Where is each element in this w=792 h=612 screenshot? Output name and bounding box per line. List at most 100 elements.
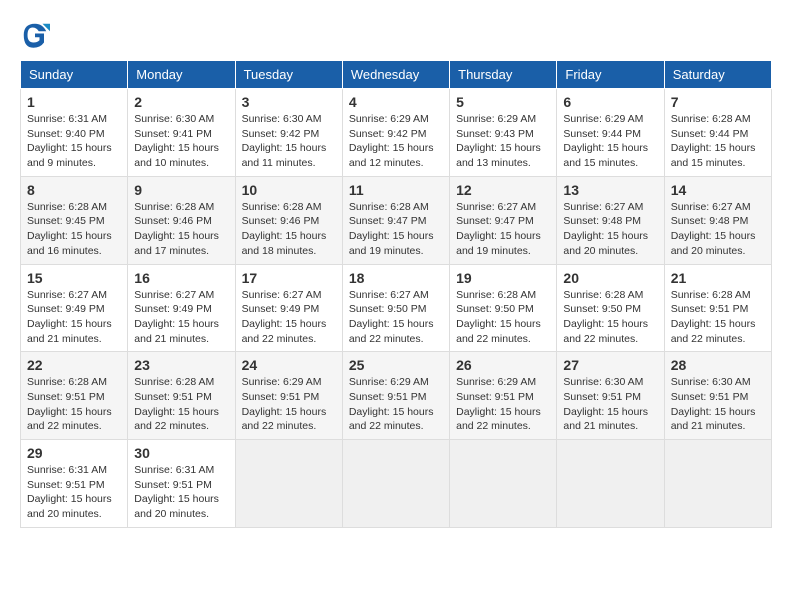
day-number: 5 [456, 94, 550, 110]
day-info: Sunrise: 6:30 AMSunset: 9:42 PMDaylight:… [242, 112, 336, 171]
day-number: 24 [242, 357, 336, 373]
calendar-day-cell: 29 Sunrise: 6:31 AMSunset: 9:51 PMDayligh… [21, 440, 128, 528]
day-info: Sunrise: 6:27 AMSunset: 9:49 PMDaylight:… [242, 288, 336, 347]
day-info: Sunrise: 6:28 AMSunset: 9:51 PMDaylight:… [671, 288, 765, 347]
weekday-header-wednesday: Wednesday [342, 61, 449, 89]
day-info: Sunrise: 6:27 AMSunset: 9:48 PMDaylight:… [671, 200, 765, 259]
day-number: 22 [27, 357, 121, 373]
calendar-day-cell: 3Sunrise: 6:30 AMSunset: 9:42 PMDaylight… [235, 89, 342, 177]
day-info: Sunrise: 6:29 AMSunset: 9:43 PMDaylight:… [456, 112, 550, 171]
day-info: Sunrise: 6:28 AMSunset: 9:46 PMDaylight:… [134, 200, 228, 259]
day-info: Sunrise: 6:28 AMSunset: 9:51 PMDaylight:… [27, 375, 121, 434]
weekday-header-sunday: Sunday [21, 61, 128, 89]
day-number: 23 [134, 357, 228, 373]
day-number: 21 [671, 270, 765, 286]
logo [20, 20, 54, 50]
day-number: 7 [671, 94, 765, 110]
day-number: 10 [242, 182, 336, 198]
weekday-header-friday: Friday [557, 61, 664, 89]
weekday-header-saturday: Saturday [664, 61, 771, 89]
calendar-week-row: 22 Sunrise: 6:28 AMSunset: 9:51 PMDayligh… [21, 352, 772, 440]
day-number: 12 [456, 182, 550, 198]
calendar-day-cell: 8Sunrise: 6:28 AMSunset: 9:45 PMDaylight… [21, 176, 128, 264]
day-number: 18 [349, 270, 443, 286]
day-number: 29 [27, 445, 121, 461]
day-info: Sunrise: 6:29 AMSunset: 9:51 PMDaylight:… [456, 375, 550, 434]
calendar-day-cell: 13 Sunrise: 6:27 AMSunset: 9:48 PMDayligh… [557, 176, 664, 264]
calendar-empty-cell [450, 440, 557, 528]
calendar-day-cell: 7Sunrise: 6:28 AMSunset: 9:44 PMDaylight… [664, 89, 771, 177]
day-number: 4 [349, 94, 443, 110]
day-number: 9 [134, 182, 228, 198]
calendar-table: SundayMondayTuesdayWednesdayThursdayFrid… [20, 60, 772, 528]
logo-icon [20, 20, 50, 50]
calendar-empty-cell [342, 440, 449, 528]
day-number: 11 [349, 182, 443, 198]
day-info: Sunrise: 6:28 AMSunset: 9:46 PMDaylight:… [242, 200, 336, 259]
calendar-day-cell: 16 Sunrise: 6:27 AMSunset: 9:49 PMDayligh… [128, 264, 235, 352]
day-info: Sunrise: 6:27 AMSunset: 9:47 PMDaylight:… [456, 200, 550, 259]
calendar-day-cell: 4 Sunrise: 6:29 AMSunset: 9:42 PMDaylight… [342, 89, 449, 177]
weekday-header-thursday: Thursday [450, 61, 557, 89]
day-info: Sunrise: 6:29 AMSunset: 9:51 PMDaylight:… [349, 375, 443, 434]
calendar-day-cell: 9 Sunrise: 6:28 AMSunset: 9:46 PMDaylight… [128, 176, 235, 264]
day-number: 26 [456, 357, 550, 373]
calendar-day-cell: 17 Sunrise: 6:27 AMSunset: 9:49 PMDayligh… [235, 264, 342, 352]
calendar-day-cell: 5 Sunrise: 6:29 AMSunset: 9:43 PMDaylight… [450, 89, 557, 177]
calendar-day-cell: 2 Sunrise: 6:30 AMSunset: 9:41 PMDaylight… [128, 89, 235, 177]
day-info: Sunrise: 6:31 AMSunset: 9:51 PMDaylight:… [27, 463, 121, 522]
calendar-day-cell: 12 Sunrise: 6:27 AMSunset: 9:47 PMDayligh… [450, 176, 557, 264]
day-info: Sunrise: 6:28 AMSunset: 9:47 PMDaylight:… [349, 200, 443, 259]
calendar-day-cell: 26 Sunrise: 6:29 AMSunset: 9:51 PMDayligh… [450, 352, 557, 440]
day-number: 13 [563, 182, 657, 198]
day-number: 2 [134, 94, 228, 110]
calendar-day-cell: 22 Sunrise: 6:28 AMSunset: 9:51 PMDayligh… [21, 352, 128, 440]
calendar-empty-cell [235, 440, 342, 528]
calendar-day-cell: 10 Sunrise: 6:28 AMSunset: 9:46 PMDayligh… [235, 176, 342, 264]
calendar-day-cell: 1 Sunrise: 6:31 AMSunset: 9:40 PMDaylight… [21, 89, 128, 177]
day-info: Sunrise: 6:31 AMSunset: 9:51 PMDaylight:… [134, 463, 228, 522]
day-info: Sunrise: 6:27 AMSunset: 9:50 PMDaylight:… [349, 288, 443, 347]
day-info: Sunrise: 6:27 AMSunset: 9:49 PMDaylight:… [134, 288, 228, 347]
day-info: Sunrise: 6:27 AMSunset: 9:48 PMDaylight:… [563, 200, 657, 259]
day-number: 17 [242, 270, 336, 286]
day-info: Sunrise: 6:28 AMSunset: 9:50 PMDaylight:… [456, 288, 550, 347]
day-info: Sunrise: 6:29 AMSunset: 9:44 PMDaylight:… [563, 112, 657, 171]
day-info: Sunrise: 6:30 AMSunset: 9:41 PMDaylight:… [134, 112, 228, 171]
calendar-day-cell: 20 Sunrise: 6:28 AMSunset: 9:50 PMDayligh… [557, 264, 664, 352]
day-number: 27 [563, 357, 657, 373]
day-number: 6 [563, 94, 657, 110]
day-number: 8 [27, 182, 121, 198]
day-number: 19 [456, 270, 550, 286]
calendar-week-row: 8Sunrise: 6:28 AMSunset: 9:45 PMDaylight… [21, 176, 772, 264]
day-number: 14 [671, 182, 765, 198]
day-number: 1 [27, 94, 121, 110]
calendar-day-cell: 18 Sunrise: 6:27 AMSunset: 9:50 PMDayligh… [342, 264, 449, 352]
weekday-header-tuesday: Tuesday [235, 61, 342, 89]
calendar-day-cell: 28Sunrise: 6:30 AMSunset: 9:51 PMDayligh… [664, 352, 771, 440]
calendar-empty-cell [557, 440, 664, 528]
page-header [20, 20, 772, 50]
calendar-day-cell: 23Sunrise: 6:28 AMSunset: 9:51 PMDayligh… [128, 352, 235, 440]
calendar-week-row: 15Sunrise: 6:27 AMSunset: 9:49 PMDayligh… [21, 264, 772, 352]
calendar-day-cell: 15Sunrise: 6:27 AMSunset: 9:49 PMDayligh… [21, 264, 128, 352]
calendar-day-cell: 24 Sunrise: 6:29 AMSunset: 9:51 PMDayligh… [235, 352, 342, 440]
day-info: Sunrise: 6:28 AMSunset: 9:50 PMDaylight:… [563, 288, 657, 347]
day-info: Sunrise: 6:31 AMSunset: 9:40 PMDaylight:… [27, 112, 121, 171]
weekday-header-row: SundayMondayTuesdayWednesdayThursdayFrid… [21, 61, 772, 89]
calendar-day-cell: 11 Sunrise: 6:28 AMSunset: 9:47 PMDayligh… [342, 176, 449, 264]
weekday-header-monday: Monday [128, 61, 235, 89]
day-info: Sunrise: 6:30 AMSunset: 9:51 PMDaylight:… [671, 375, 765, 434]
day-number: 20 [563, 270, 657, 286]
day-info: Sunrise: 6:27 AMSunset: 9:49 PMDaylight:… [27, 288, 121, 347]
calendar-day-cell: 21 Sunrise: 6:28 AMSunset: 9:51 PMDayligh… [664, 264, 771, 352]
day-info: Sunrise: 6:29 AMSunset: 9:51 PMDaylight:… [242, 375, 336, 434]
day-number: 16 [134, 270, 228, 286]
calendar-day-cell: 6 Sunrise: 6:29 AMSunset: 9:44 PMDaylight… [557, 89, 664, 177]
calendar-week-row: 29 Sunrise: 6:31 AMSunset: 9:51 PMDayligh… [21, 440, 772, 528]
calendar-week-row: 1 Sunrise: 6:31 AMSunset: 9:40 PMDaylight… [21, 89, 772, 177]
calendar-day-cell: 14 Sunrise: 6:27 AMSunset: 9:48 PMDayligh… [664, 176, 771, 264]
day-number: 25 [349, 357, 443, 373]
calendar-day-cell: 27Sunrise: 6:30 AMSunset: 9:51 PMDayligh… [557, 352, 664, 440]
day-info: Sunrise: 6:29 AMSunset: 9:42 PMDaylight:… [349, 112, 443, 171]
